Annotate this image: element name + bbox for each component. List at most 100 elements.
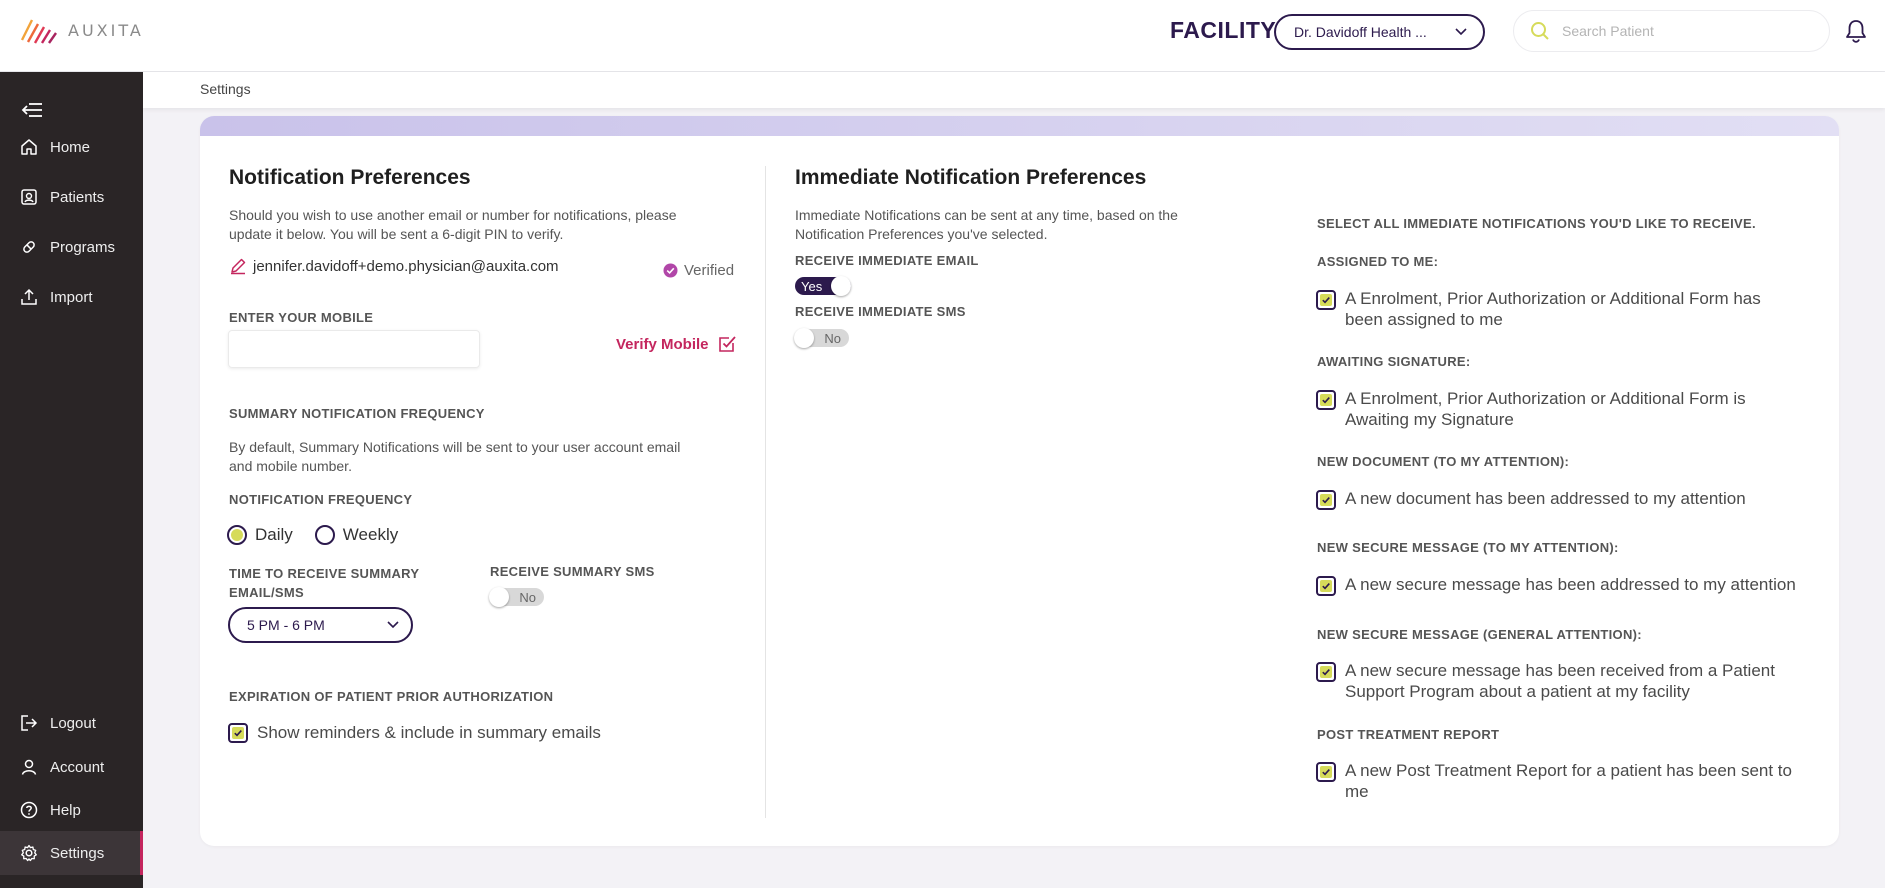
radio-weekly-label: Weekly — [342, 525, 399, 544]
group-heading-awaiting: AWAITING SIGNATURE: — [1317, 354, 1471, 369]
summary-sms-label: RECEIVE SUMMARY SMS — [490, 564, 655, 579]
checkbox-secure-message-mine-label: A new secure message has been addressed … — [1345, 575, 1796, 594]
breadcrumb-bar: Settings — [143, 72, 1885, 108]
checkbox-checked-mark — [1320, 494, 1332, 506]
checkbox-assigned[interactable] — [1316, 290, 1336, 310]
select-all-immediate-label: SELECT ALL IMMEDIATE NOTIFICATIONS YOU'D… — [1317, 216, 1756, 231]
desc-line: and mobile number. — [229, 458, 352, 474]
label-line: A Enrolment, Prior Authorization or Addi… — [1345, 289, 1761, 308]
facility-select[interactable]: Dr. Davidoff Health ... — [1274, 14, 1485, 50]
label-line: TIME TO RECEIVE SUMMARY — [229, 566, 420, 581]
radio-daily[interactable] — [227, 525, 247, 545]
checkbox-awaiting[interactable] — [1316, 390, 1336, 410]
sidebar-item-settings[interactable]: Settings — [0, 831, 143, 875]
collapse-menu-icon[interactable] — [20, 100, 44, 120]
group-heading-post-treatment: POST TREATMENT REPORT — [1317, 727, 1500, 742]
mobile-input[interactable] — [228, 330, 480, 368]
search-icon — [1531, 22, 1549, 40]
email-value: jennifer.davidoff+demo.physician@auxita.… — [253, 257, 559, 275]
email-row: jennifer.davidoff+demo.physician@auxita.… — [229, 257, 559, 275]
summary-sms-toggle[interactable]: No — [489, 587, 544, 607]
label-line: Support Program about a patient at my fa… — [1345, 682, 1690, 701]
sidebar-item-label: Help — [50, 801, 81, 819]
verify-mobile-label: Verify Mobile — [616, 335, 709, 353]
checkbox-secure-message-mine[interactable] — [1316, 576, 1336, 596]
label-line: me — [1345, 782, 1369, 801]
patients-icon — [21, 189, 37, 205]
label-line: A new secure message has been received f… — [1345, 661, 1775, 680]
label-line: A Enrolment, Prior Authorization or Addi… — [1345, 389, 1746, 408]
immediate-preferences-desc: Immediate Notifications can be sent at a… — [795, 206, 1178, 244]
notification-frequency-label: NOTIFICATION FREQUENCY — [229, 492, 413, 507]
sidebar: Home Patients Programs Import Logout Acc… — [0, 72, 143, 888]
expiration-checkbox[interactable] — [228, 723, 248, 743]
checkbox-checked-mark — [1320, 766, 1332, 778]
checkbox-assigned-label: A Enrolment, Prior Authorization or Addi… — [1345, 288, 1761, 330]
expiration-checkbox-label: Show reminders & include in summary emai… — [257, 723, 601, 742]
toggle-label: No — [824, 330, 841, 346]
group-heading-assigned: ASSIGNED TO ME: — [1317, 254, 1439, 269]
search-input[interactable] — [1562, 23, 1802, 39]
immediate-email-toggle[interactable]: Yes — [795, 276, 851, 296]
verified-badge: Verified — [663, 262, 734, 279]
toggle-knob — [489, 587, 509, 607]
checkbox-new-document[interactable] — [1316, 490, 1336, 510]
verified-check-icon — [663, 263, 678, 278]
checkbox-post-treatment-label: A new Post Treatment Report for a patien… — [1345, 760, 1792, 802]
account-icon — [21, 759, 37, 775]
toggle-label: No — [519, 589, 536, 605]
group-heading-secure-message-mine: NEW SECURE MESSAGE (TO MY ATTENTION): — [1317, 540, 1619, 555]
sidebar-item-patients[interactable]: Patients — [0, 175, 143, 219]
verify-mobile-button[interactable]: Verify Mobile — [616, 334, 737, 354]
toggle-knob — [794, 328, 814, 348]
checkbox-new-document-label: A new document has been addressed to my … — [1345, 489, 1746, 508]
checkbox-awaiting-label: A Enrolment, Prior Authorization or Addi… — [1345, 388, 1746, 430]
radio-weekly[interactable] — [314, 525, 335, 545]
sidebar-item-logout[interactable]: Logout — [0, 701, 143, 745]
checkbox-checked-mark — [232, 727, 244, 739]
checkbox-post-treatment[interactable] — [1316, 762, 1336, 782]
sidebar-item-help[interactable]: Help — [0, 788, 143, 832]
chevron-down-icon — [1455, 28, 1467, 36]
immediate-sms-label: RECEIVE IMMEDIATE SMS — [795, 304, 966, 319]
sidebar-item-label: Patients — [50, 188, 105, 206]
sidebar-item-import[interactable]: Import — [0, 275, 143, 319]
app-logo[interactable]: AUXITA — [20, 16, 144, 44]
sidebar-item-label: Settings — [50, 844, 105, 862]
desc-line: By default, Summary Notifications will b… — [229, 439, 681, 455]
edit-pencil-icon[interactable] — [229, 257, 247, 275]
breadcrumb: Settings — [200, 81, 251, 97]
toggle-label: Yes — [801, 278, 823, 294]
chevron-down-icon — [387, 621, 399, 629]
sidebar-item-programs[interactable]: Programs — [0, 225, 143, 269]
desc-line: Immediate Notifications can be sent at a… — [795, 207, 1178, 223]
group-heading-new-document: NEW DOCUMENT (TO MY ATTENTION): — [1317, 454, 1570, 469]
time-select-value: 5 PM - 6 PM — [247, 617, 325, 633]
time-select[interactable]: 5 PM - 6 PM — [228, 607, 413, 643]
summary-frequency-label: SUMMARY NOTIFICATION FREQUENCY — [229, 406, 485, 421]
time-to-receive-label: TIME TO RECEIVE SUMMARY EMAIL/SMS — [229, 564, 419, 602]
bell-icon[interactable] — [1845, 19, 1867, 43]
label-line: been assigned to me — [1345, 310, 1503, 329]
home-icon — [21, 139, 37, 155]
notification-preferences-title: Notification Preferences — [229, 166, 471, 189]
sidebar-item-label: Import — [50, 288, 93, 306]
sidebar-item-label: Account — [50, 758, 105, 776]
help-icon — [20, 801, 38, 819]
programs-icon — [23, 241, 35, 253]
sidebar-item-home[interactable]: Home — [0, 125, 143, 169]
checkbox-secure-message-general[interactable] — [1316, 662, 1336, 682]
search-box[interactable] — [1513, 10, 1830, 52]
sidebar-item-account[interactable]: Account — [0, 745, 143, 789]
sidebar-item-label: Programs — [50, 238, 116, 256]
desc-line: Notification Preferences you've selected… — [795, 226, 1048, 242]
facility-label: FACILITY — [1170, 17, 1277, 43]
toggle-knob — [831, 276, 851, 296]
checkbox-checked-mark — [1320, 294, 1332, 306]
sidebar-item-label: Logout — [50, 714, 96, 732]
logo-text: AUXITA — [68, 20, 144, 40]
settings-card: Notification Preferences Should you wish… — [200, 116, 1839, 846]
checkbox-checked-mark — [1320, 394, 1332, 406]
frequency-radio-group: Daily Weekly — [227, 525, 398, 545]
immediate-sms-toggle[interactable]: No — [794, 328, 849, 348]
